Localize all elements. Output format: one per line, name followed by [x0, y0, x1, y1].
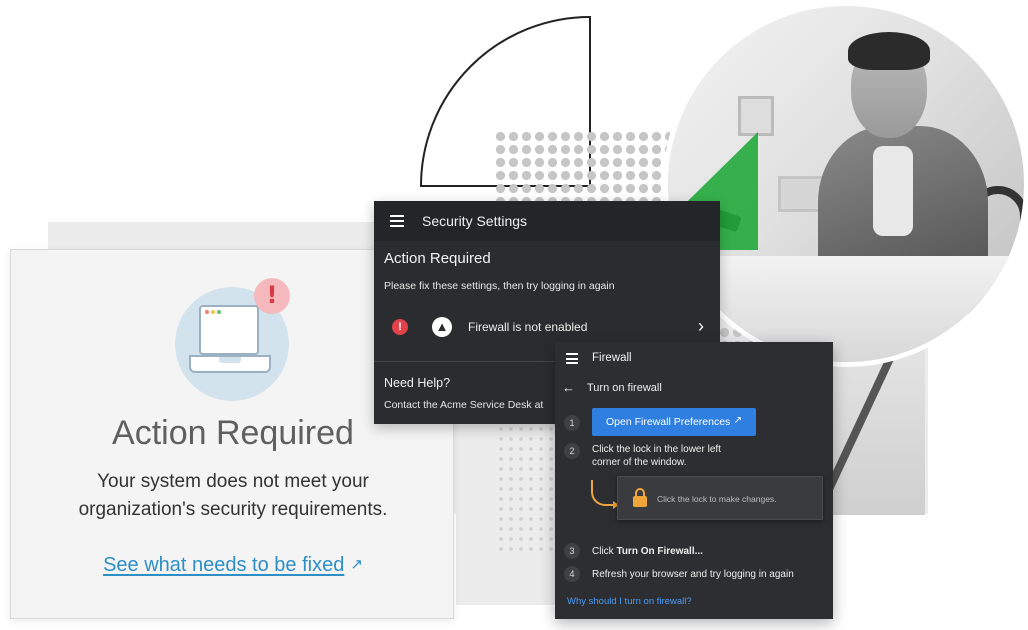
- flame-icon: ▲: [432, 317, 452, 337]
- laptop-trackpad: [219, 357, 241, 363]
- button-label: Open Firewall Preferences: [606, 416, 731, 428]
- firewall-panel: Firewall ← Turn on firewall 1 Open Firew…: [555, 342, 833, 619]
- alert-icon: !: [254, 278, 290, 314]
- panel-title: Security Settings: [422, 213, 528, 229]
- panel-title: Firewall: [592, 352, 632, 364]
- card-description: Your system does not meet your organizat…: [78, 471, 388, 520]
- error-icon: !: [392, 319, 408, 335]
- photo-shelf: [738, 96, 774, 136]
- photo-person-shirt: [873, 146, 913, 236]
- step-number: 2: [564, 443, 580, 459]
- step-number: 3: [564, 543, 580, 559]
- help-title: Need Help?: [384, 376, 451, 390]
- fix-link-row: See what needs to be fixed ↗: [11, 554, 455, 577]
- step-text: Click the lock in the lower left corner …: [592, 443, 721, 469]
- step-number: 4: [564, 566, 580, 582]
- decorative-dot-grid: [494, 130, 670, 202]
- step-text: Refresh your browser and try logging in …: [592, 569, 794, 580]
- external-link-icon: ↗: [350, 556, 363, 573]
- lock-icon-body: [633, 496, 647, 507]
- curved-arrow-icon: [591, 480, 619, 509]
- lock-hint-box: Click the lock to make changes.: [617, 476, 823, 520]
- menu-icon[interactable]: [566, 353, 578, 364]
- lock-hint-text: Click the lock to make changes.: [657, 494, 777, 504]
- why-firewall-link[interactable]: Why should I turn on firewall?: [567, 596, 692, 607]
- panel-header: Security Settings: [374, 201, 720, 241]
- back-arrow-icon[interactable]: ←: [562, 380, 575, 395]
- menu-icon[interactable]: [390, 215, 404, 227]
- photo-person-hair: [848, 32, 930, 70]
- decorative-dot-grid: [496, 424, 556, 554]
- external-link-icon: ↗: [733, 415, 742, 426]
- panel-subtitle: Please fix these settings, then try logg…: [384, 280, 615, 292]
- panel-subtitle: Turn on firewall: [587, 382, 662, 394]
- step-text-line: Click the lock in the lower left: [592, 444, 721, 455]
- help-text: Contact the Acme Service Desk at: [384, 399, 544, 411]
- issue-label: Firewall is not enabled: [468, 320, 588, 334]
- step-text: Click Turn On Firewall...: [592, 545, 703, 558]
- step-number: 1: [564, 415, 580, 431]
- step-text-prefix: Click: [592, 546, 617, 557]
- laptop-screen: [199, 305, 259, 355]
- panel-heading: Action Required: [384, 250, 491, 267]
- alert-symbol: !: [266, 281, 278, 309]
- step-text-line: corner of the window.: [592, 457, 687, 468]
- see-what-needs-fixed-link[interactable]: See what needs to be fixed: [103, 554, 344, 576]
- chevron-right-icon: ›: [698, 316, 704, 336]
- open-firewall-preferences-button[interactable]: Open Firewall Preferences ↗: [592, 408, 756, 436]
- step-text-bold: Turn On Firewall...: [616, 546, 703, 557]
